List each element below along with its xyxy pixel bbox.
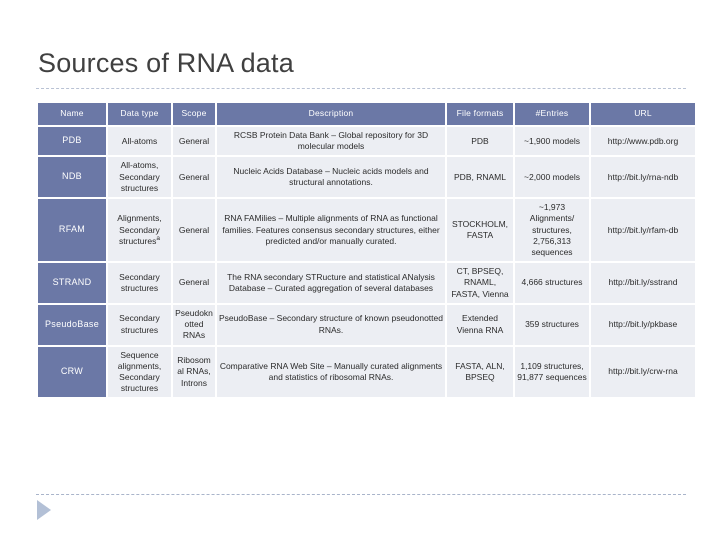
- table-row: CRW Sequence alignments, Secondary struc…: [38, 346, 695, 398]
- table-body: PDB All-atoms General RCSB Protein Data …: [38, 127, 695, 398]
- footnote-marker: a: [156, 234, 160, 242]
- cell-url[interactable]: http://www.pdb.org: [591, 127, 695, 156]
- table-header: Name Data type Scope Description File fo…: [38, 103, 695, 125]
- cell-file-formats: PDB, RNAML: [447, 157, 513, 198]
- cell-entries: ~1,900 models: [515, 127, 589, 156]
- cell-entries: 4,666 structures: [515, 263, 589, 303]
- cell-data-type: All-atoms, Secondary structures: [108, 157, 171, 198]
- cell-description: Comparative RNA Web Site – Manually cura…: [217, 346, 445, 398]
- table-header-row: Name Data type Scope Description File fo…: [38, 103, 695, 125]
- cell-file-formats: STOCKHOLM, FASTA: [447, 199, 513, 262]
- cell-data-type: Sequence alignments, Secondary structure…: [108, 346, 171, 398]
- column-header-description: Description: [217, 103, 445, 125]
- cell-name: PseudoBase: [38, 304, 106, 345]
- table-row: STRAND Secondary structures General The …: [38, 263, 695, 303]
- table-row: RFAM Alignments, Secondary structuresa G…: [38, 199, 695, 262]
- cell-scope: General: [173, 157, 215, 198]
- cell-scope: General: [173, 127, 215, 156]
- rna-sources-table: Name Data type Scope Description File fo…: [36, 101, 697, 399]
- cell-file-formats: CT, BPSEQ, RNAML, FASTA, Vienna: [447, 263, 513, 303]
- play-triangle-icon: [37, 500, 51, 520]
- cell-data-type: Alignments, Secondary structuresa: [108, 199, 171, 262]
- cell-name: STRAND: [38, 263, 106, 303]
- page-title: Sources of RNA data: [38, 48, 294, 78]
- cell-entries: 359 structures: [515, 304, 589, 345]
- cell-scope: Pseudoknotted RNAs: [173, 304, 215, 345]
- slide-canvas: Sources of RNA data Name Data type Scope…: [0, 0, 720, 540]
- table-row: PseudoBase Secondary structures Pseudokn…: [38, 304, 695, 345]
- column-header-entries: #Entries: [515, 103, 589, 125]
- cell-name: NDB: [38, 157, 106, 198]
- footer-divider: [36, 494, 686, 495]
- cell-url[interactable]: http://bit.ly/sstrand: [591, 263, 695, 303]
- cell-data-type: All-atoms: [108, 127, 171, 156]
- column-header-file-formats: File formats: [447, 103, 513, 125]
- cell-data-type: Secondary structures: [108, 263, 171, 303]
- cell-description: PseudoBase – Secondary structure of know…: [217, 304, 445, 345]
- cell-entries: ~2,000 models: [515, 157, 589, 198]
- cell-description: The RNA secondary STRucture and statisti…: [217, 263, 445, 303]
- cell-scope: Ribosomal RNAs, Introns: [173, 346, 215, 398]
- cell-url[interactable]: http://bit.ly/pkbase: [591, 304, 695, 345]
- cell-name: PDB: [38, 127, 106, 156]
- cell-description: RNA FAMilies – Multiple alignments of RN…: [217, 199, 445, 262]
- cell-url[interactable]: http://bit.ly/crw-rna: [591, 346, 695, 398]
- column-header-data-type: Data type: [108, 103, 171, 125]
- cell-scope: General: [173, 199, 215, 262]
- cell-url[interactable]: http://bit.ly/rna-ndb: [591, 157, 695, 198]
- cell-entries: ~1,973 Alignments/ structures, 2,756,313…: [515, 199, 589, 262]
- cell-file-formats: FASTA, ALN, BPSEQ: [447, 346, 513, 398]
- table-row: PDB All-atoms General RCSB Protein Data …: [38, 127, 695, 156]
- title-divider: [36, 88, 686, 89]
- cell-file-formats: Extended Vienna RNA: [447, 304, 513, 345]
- cell-name: CRW: [38, 346, 106, 398]
- cell-description: RCSB Protein Data Bank – Global reposito…: [217, 127, 445, 156]
- column-header-name: Name: [38, 103, 106, 125]
- cell-name: RFAM: [38, 199, 106, 262]
- table-row: NDB All-atoms, Secondary structures Gene…: [38, 157, 695, 198]
- cell-file-formats: PDB: [447, 127, 513, 156]
- cell-data-type: Secondary structures: [108, 304, 171, 345]
- cell-description: Nucleic Acids Database – Nucleic acids m…: [217, 157, 445, 198]
- column-header-url: URL: [591, 103, 695, 125]
- cell-scope: General: [173, 263, 215, 303]
- cell-entries: 1,109 structures, 91,877 sequences: [515, 346, 589, 398]
- rna-sources-table-container: Name Data type Scope Description File fo…: [36, 101, 695, 399]
- column-header-scope: Scope: [173, 103, 215, 125]
- cell-url[interactable]: http://bit.ly/rfam-db: [591, 199, 695, 262]
